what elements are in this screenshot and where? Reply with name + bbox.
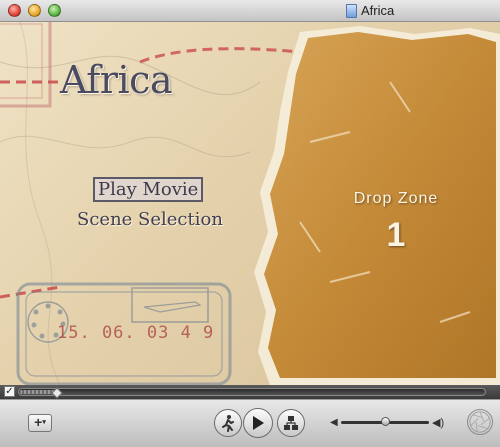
dvd-menu-canvas: Africa Play Movie Scene Selection 15. 06… bbox=[0, 22, 500, 385]
drop-zone-number: 1 bbox=[386, 216, 406, 254]
title-bar[interactable]: Africa bbox=[0, 0, 500, 22]
control-bar: +▾ ◀ ◀) bbox=[0, 399, 500, 447]
window-title: Africa bbox=[361, 3, 395, 18]
app-window: Africa Africa Play Movie Scene Selection… bbox=[0, 0, 500, 447]
volume-slider[interactable] bbox=[341, 417, 429, 426]
play-button[interactable] bbox=[243, 408, 273, 438]
aperture-icon[interactable] bbox=[467, 409, 493, 435]
volume-knob[interactable] bbox=[381, 417, 390, 426]
scene-button[interactable] bbox=[214, 409, 242, 437]
drop-zone-label: Drop Zone bbox=[353, 190, 439, 207]
speaker-high-icon: ◀) bbox=[432, 417, 445, 429]
chapters-button[interactable] bbox=[277, 409, 305, 437]
stamp-date: 15. 06. 03 4 9 bbox=[57, 323, 215, 343]
scene-selection-button[interactable]: Scene Selection bbox=[77, 209, 223, 230]
document-icon bbox=[346, 4, 357, 18]
chapter-tree-icon bbox=[284, 416, 298, 430]
add-menu-button[interactable]: +▾ bbox=[28, 414, 52, 432]
enable-checkbox[interactable]: ✓ bbox=[4, 386, 15, 397]
minimize-button[interactable] bbox=[28, 4, 41, 17]
timeline-track[interactable] bbox=[18, 387, 486, 399]
menu-title: Africa bbox=[60, 58, 173, 102]
zoom-button[interactable] bbox=[48, 4, 61, 17]
close-button[interactable] bbox=[8, 4, 21, 17]
play-movie-button[interactable]: Play Movie bbox=[93, 177, 204, 202]
play-icon bbox=[253, 416, 264, 430]
scrubber-bar: ✓ bbox=[0, 385, 500, 399]
walking-person-icon bbox=[222, 415, 234, 432]
speaker-low-icon: ◀ bbox=[330, 417, 338, 428]
